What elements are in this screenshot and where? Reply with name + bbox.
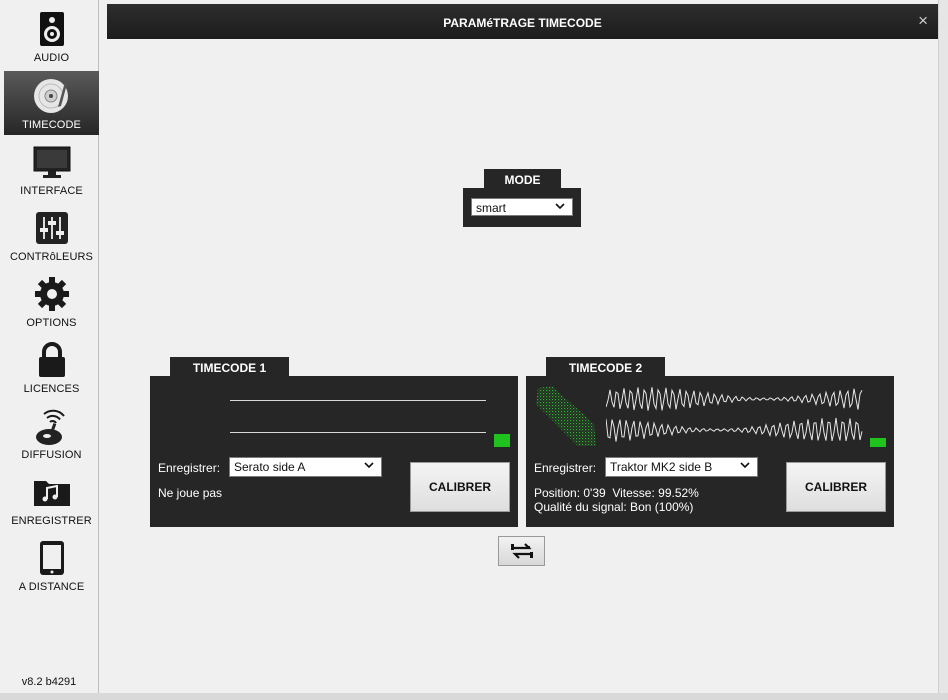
tablet-icon [32,538,72,578]
sidebar-item-label: DIFFUSION [21,449,82,461]
version-label: v8.2 b4291 [21,676,77,688]
mode-select[interactable]: smart [471,198,573,216]
chevron-down-icon [740,462,750,469]
timecode2-status-quality: Qualité du signal: Bon (100%) [534,500,694,514]
timecode2-signal-led [870,438,886,447]
swap-decks-button[interactable] [498,536,545,566]
timecode2-calibrate-button[interactable]: CALIBRER [786,462,886,512]
timecode2-record-value: Traktor MK2 side B [610,460,713,474]
speaker-icon [32,9,72,49]
sidebar-item-interface[interactable]: INTERFACE [4,137,99,201]
timecode2-panel: Enregistrer: Traktor MK2 side B Position… [526,376,894,527]
sidebar-item-label: LICENCES [23,383,80,395]
sidebar-item-label: INTERFACE [20,185,83,197]
timecode2-waveform [606,387,863,442]
timecode1-record-value: Serato side A [234,460,306,474]
close-button[interactable]: × [918,12,928,30]
mode-panel: smart [463,188,581,227]
timecode2-record-label: Enregistrer: [534,461,597,475]
sidebar-item-label: AUDIO [33,52,70,64]
sidebar-item-licences[interactable]: LICENCES [4,335,99,399]
sidebar-item-record[interactable]: ENREGISTRER [4,467,99,531]
mode-tab-label: MODE [484,169,561,189]
broadcast-mic-icon [32,406,72,446]
timecode1-panel: Enregistrer: Serato side A Ne joue pas C… [150,376,518,527]
timecode2-status-position: Position: 0'39 Vitesse: 99.52% [534,486,699,500]
timecode1-tab-label: TIMECODE 1 [170,357,289,377]
timecode2-tab-label: TIMECODE 2 [546,357,665,377]
chevron-down-icon [364,462,374,469]
vinyl-record-icon [32,76,72,116]
timecode1-status: Ne joue pas [158,486,223,500]
sidebar-item-timecode[interactable]: TIMECODE [4,71,99,135]
window-titlebar: PARAMéTRAGE TIMECODE × [107,4,938,39]
mixer-sliders-icon [32,208,72,248]
chevron-down-icon [555,203,565,210]
timecode1-calibrate-button[interactable]: CALIBRER [410,462,510,512]
sidebar-item-remote[interactable]: A DISTANCE [4,533,99,597]
music-folder-icon [32,472,72,512]
sidebar: AUDIO TIMECODE INTERFACE CONTRôLEURS OPT… [0,0,99,700]
padlock-icon [32,340,72,380]
sidebar-item-label: OPTIONS [26,317,77,329]
swap-arrows-icon [510,543,533,559]
sidebar-item-broadcast[interactable]: DIFFUSION [4,401,99,465]
monitor-icon [32,142,72,182]
timecode1-signal-led [494,434,510,447]
timecode1-record-select[interactable]: Serato side A [229,457,382,477]
timecode1-record-label: Enregistrer: [158,461,221,475]
sidebar-item-options[interactable]: OPTIONS [4,269,99,333]
window-title: PARAMéTRAGE TIMECODE [443,16,602,30]
timecode2-phase-scope [536,386,596,446]
timecode1-waveform-bottom [230,432,486,433]
timecode2-record-select[interactable]: Traktor MK2 side B [605,457,758,477]
window-right-edge [938,0,948,700]
sidebar-item-label: ENREGISTRER [11,515,92,527]
gear-icon [32,274,72,314]
sidebar-item-label: TIMECODE [22,119,81,131]
sidebar-item-label: CONTRôLEURS [9,251,93,263]
sidebar-item-label: A DISTANCE [18,581,85,593]
sidebar-item-audio[interactable]: AUDIO [4,4,99,68]
bottom-strip [0,693,948,700]
mode-select-value: smart [476,201,506,215]
sidebar-item-controllers[interactable]: CONTRôLEURS [4,203,99,267]
timecode1-waveform-top [230,400,486,401]
